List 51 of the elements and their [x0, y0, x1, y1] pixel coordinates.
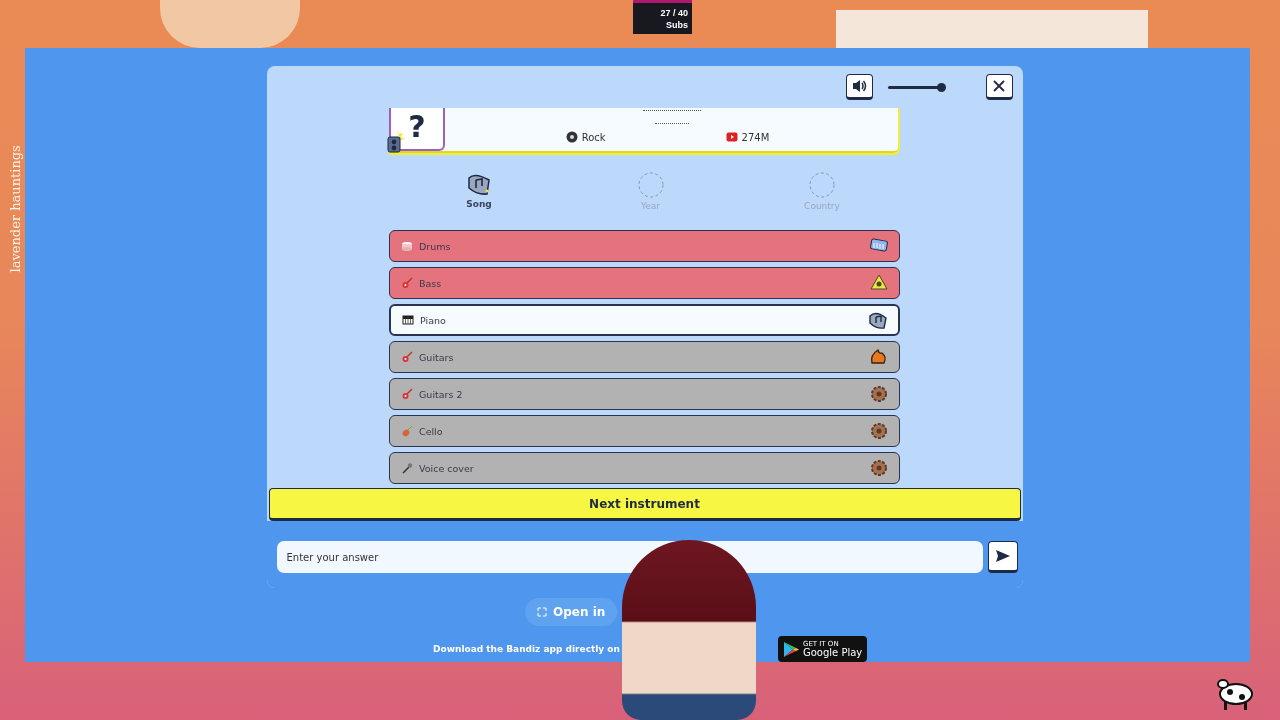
sub-count: 27 / 40 — [659, 7, 688, 19]
guitar-icon — [401, 277, 413, 289]
instrument-label: Piano — [420, 314, 447, 326]
send-icon — [994, 549, 1011, 563]
cello-icon — [401, 425, 413, 437]
sub-label: Subs — [665, 19, 688, 31]
drum-icon — [401, 240, 413, 252]
gear-sticker-icon — [869, 421, 889, 441]
vinyl-icon — [565, 131, 578, 143]
piano-icon — [402, 314, 414, 326]
play-store-icon — [782, 640, 799, 658]
instrument-label: Guitars 2 — [419, 388, 464, 400]
channel-name: lavender hauntings — [7, 144, 23, 273]
volume-button[interactable] — [845, 74, 873, 100]
instrument-row[interactable]: Piano — [389, 304, 900, 336]
genre-label: Rock — [581, 131, 606, 143]
guitar-icon — [401, 351, 413, 363]
instrument-label: Drums — [419, 240, 452, 252]
view-count: 274M — [741, 131, 770, 143]
instrument-row[interactable]: Guitars — [389, 341, 900, 373]
expand-icon — [537, 607, 547, 618]
triangle-sticker-icon — [869, 273, 889, 293]
instrument-row[interactable]: Cello — [389, 415, 900, 447]
next-instrument-button[interactable]: Next instrument — [268, 488, 1021, 521]
download-text: Download the Bandiz app directly on — [433, 644, 620, 654]
instrument-label: Guitars — [419, 351, 455, 363]
guitar-icon — [401, 388, 413, 400]
instrument-row[interactable]: Guitars 2 — [389, 378, 900, 410]
play-icon — [725, 131, 738, 143]
send-button[interactable] — [987, 541, 1018, 573]
close-button[interactable] — [985, 74, 1013, 100]
instrument-row[interactable]: Voice cover — [389, 452, 900, 484]
gear-sticker-icon — [869, 384, 889, 404]
instrument-label: Cello — [419, 425, 444, 437]
hidden-title-line — [642, 110, 701, 111]
microphone-icon — [401, 462, 413, 474]
instrument-label: Bass — [419, 277, 443, 289]
speaker-icon — [851, 78, 867, 94]
hint-label: Year — [640, 201, 661, 211]
flame-sticker-icon — [869, 347, 889, 367]
instrument-label: Voice cover — [419, 462, 475, 474]
slider-thumb[interactable] — [936, 82, 946, 92]
hint-label: Song — [466, 199, 492, 209]
hint-label: Country — [804, 201, 840, 211]
gear-sticker-icon — [869, 458, 889, 478]
badge-large-text: Google Play — [802, 647, 863, 658]
instrument-row[interactable]: Drums — [389, 230, 900, 262]
question-mark: ? — [408, 108, 426, 146]
close-icon — [992, 79, 1006, 93]
instrument-row[interactable]: Bass — [389, 267, 900, 299]
hidden-artist-line — [654, 123, 689, 124]
